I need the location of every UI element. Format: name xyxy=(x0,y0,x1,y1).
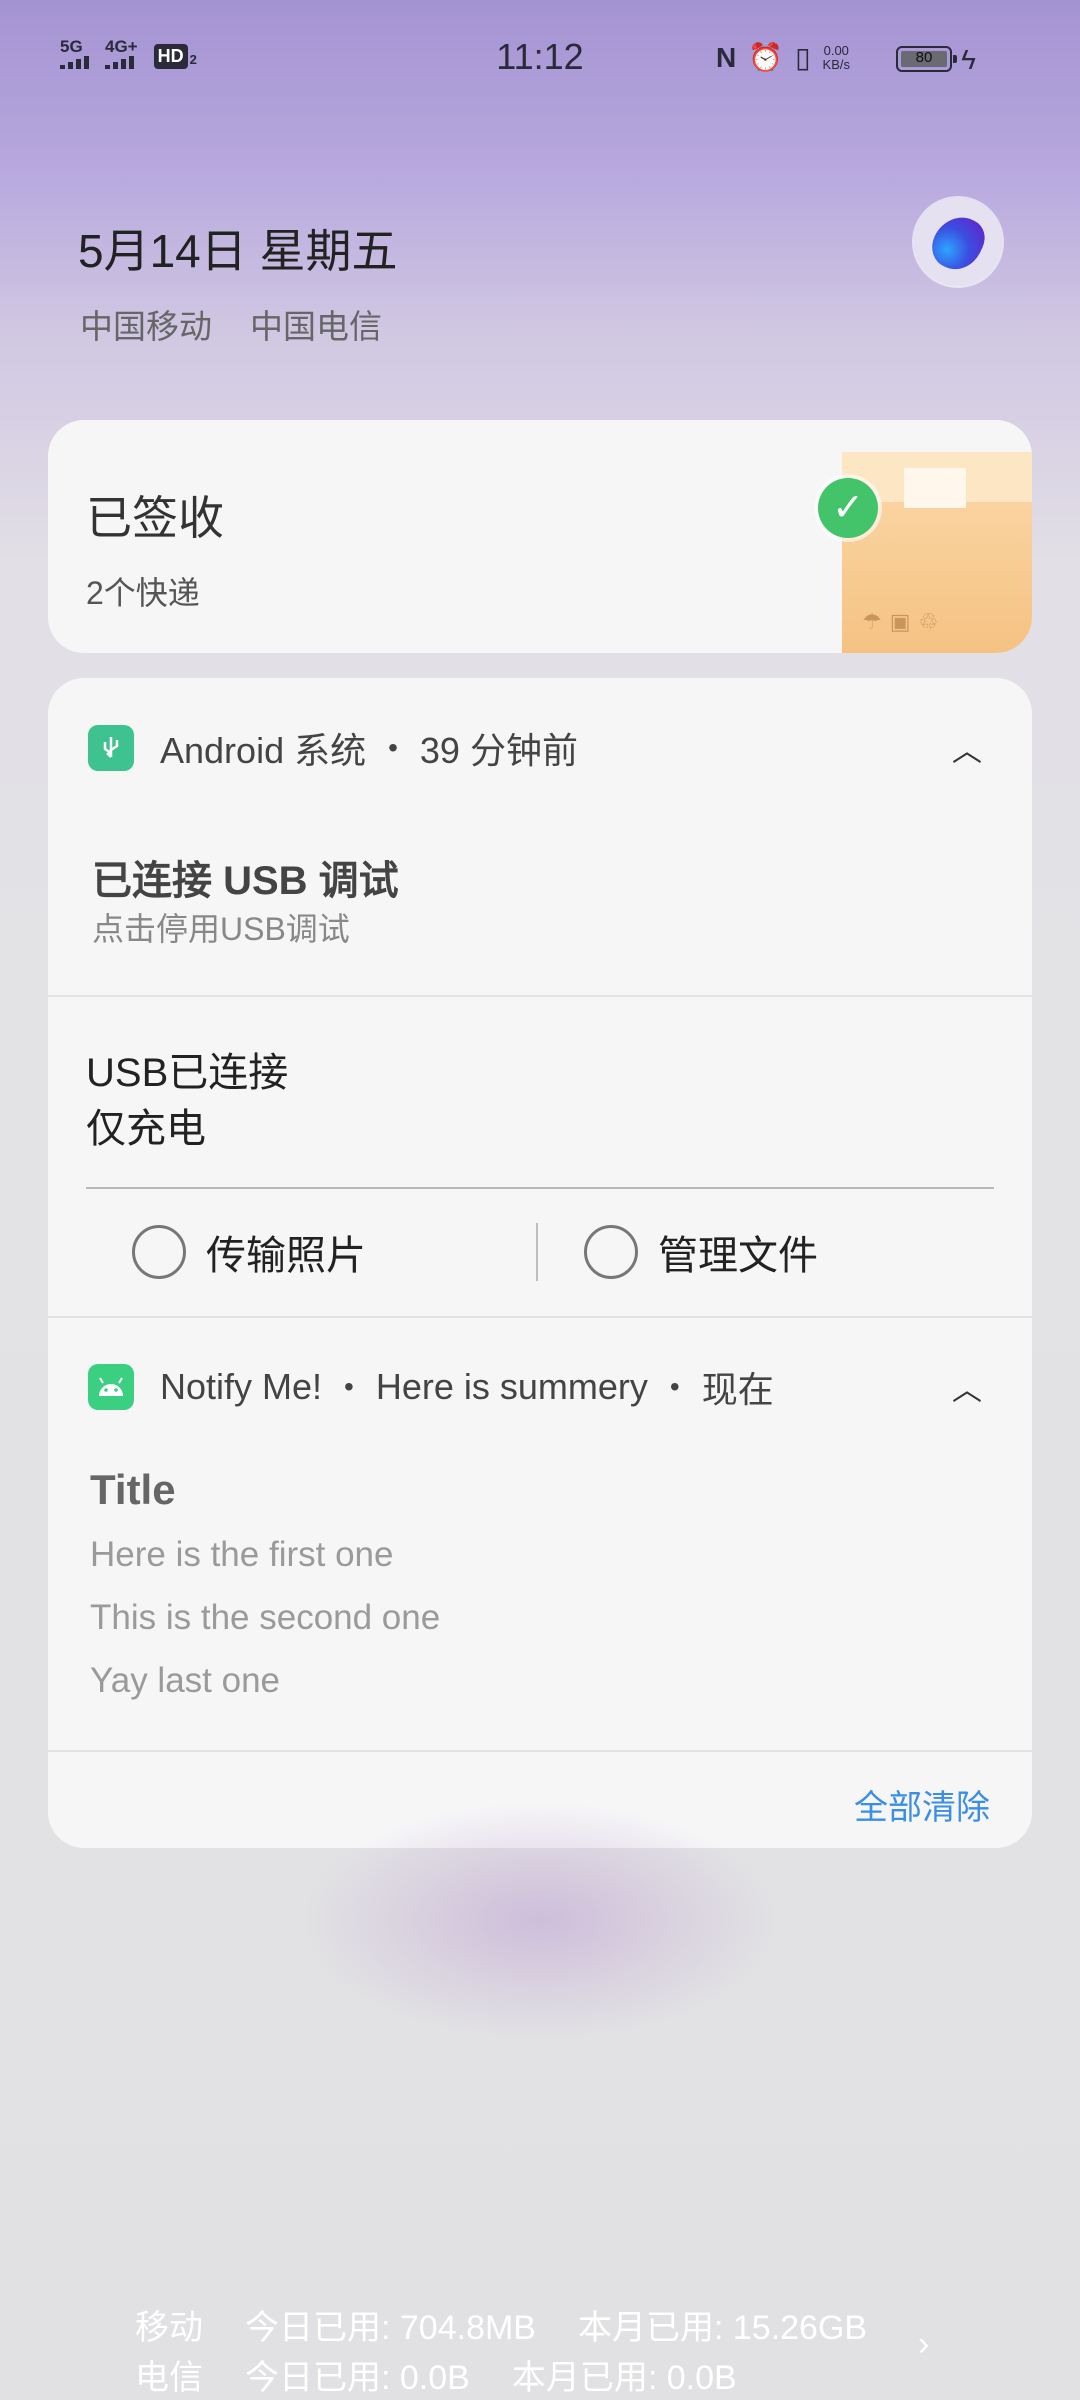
battery-level: 80 xyxy=(915,49,933,66)
date-label: 5月14日 星期五 xyxy=(78,225,398,277)
notification-line: Yay last one xyxy=(90,1661,281,1700)
assistant-avatar[interactable] xyxy=(914,198,1002,286)
usb-app-icon xyxy=(88,725,134,771)
notification-group: Android 系统 • 39 分钟前 ︿ 已连接 USB 调试 点击停用USB… xyxy=(48,678,1032,1848)
status-bar: 5G 4G+ HD 2 11:12 N ⏰ ▯ 0.00 KB/s 80 ϟ xyxy=(0,0,1080,120)
usage-month: 本月已用: 0.0B xyxy=(511,2359,737,2397)
carrier-names: 中国移动 中国电信 xyxy=(80,300,382,348)
notification-title[interactable]: 已连接 USB 调试 xyxy=(92,848,399,906)
collapse-chevron-icon[interactable]: ︿ xyxy=(952,726,982,770)
notification-line: This is the second one xyxy=(90,1598,441,1637)
usb-mode[interactable]: 仅充电 xyxy=(86,1096,206,1154)
app-name: Notify Me! xyxy=(160,1366,323,1407)
notification-header-android[interactable]: Android 系统 • 39 分钟前 xyxy=(88,722,578,774)
radio-button[interactable] xyxy=(132,1225,186,1279)
charging-bolt-icon: ϟ xyxy=(961,44,976,75)
radio-button[interactable] xyxy=(584,1225,638,1279)
usage-carrier: 电信 xyxy=(135,2359,203,2397)
notification-title[interactable]: Title xyxy=(90,1466,176,1514)
option-transfer-photos[interactable]: 传输照片 xyxy=(132,1223,366,1281)
usage-today: 今日已用: 704.8MB xyxy=(245,2309,536,2347)
notification-summary: Here is summery xyxy=(375,1366,648,1407)
chevron-right-icon[interactable]: › xyxy=(918,2325,929,2364)
usage-today: 今日已用: 0.0B xyxy=(245,2359,470,2397)
collapse-chevron-icon[interactable]: ︿ xyxy=(952,1365,982,1409)
background-glow xyxy=(300,1800,780,2040)
divider xyxy=(48,995,1032,997)
notification-header-notifyme[interactable]: Notify Me! • Here is summery • 现在 xyxy=(88,1361,774,1413)
notification-line: Here is the first one xyxy=(90,1535,394,1574)
usage-month: 本月已用: 15.26GB xyxy=(577,2309,868,2347)
data-usage-row-mobile[interactable]: 移动 今日已用: 704.8MB 本月已用: 15.26GB xyxy=(135,2300,909,2349)
parcel-title: 已签收 xyxy=(86,492,224,544)
nfc-icon: N xyxy=(716,42,737,73)
parcel-card[interactable]: 已签收 2个快递 ☂▣♲ ✓ xyxy=(48,420,1032,653)
usage-carrier: 移动 xyxy=(135,2309,203,2347)
checkmark-icon: ✓ xyxy=(818,478,878,538)
carrier-1: 中国移动 xyxy=(80,308,212,345)
divider xyxy=(48,1316,1032,1318)
divider xyxy=(86,1187,994,1189)
android-robot-icon xyxy=(88,1364,134,1410)
option-manage-files[interactable]: 管理文件 xyxy=(584,1223,818,1281)
data-usage-row-telecom[interactable]: 电信 今日已用: 0.0B 本月已用: 0.0B xyxy=(135,2350,779,2399)
app-name: Android 系统 xyxy=(160,730,367,771)
divider xyxy=(536,1223,538,1281)
parcel-subtitle: 2个快递 xyxy=(86,575,200,611)
network-speed: 0.00 KB/s xyxy=(822,43,850,72)
parcel-box-icon: ☂▣♲ xyxy=(842,452,1032,653)
notification-time: 39 分钟前 xyxy=(419,730,578,771)
usb-title[interactable]: USB已连接 xyxy=(86,1040,288,1098)
divider xyxy=(48,1750,1032,1752)
vibrate-icon: ▯ xyxy=(795,42,811,73)
notification-time: 现在 xyxy=(701,1369,774,1410)
clear-all-button[interactable]: 全部清除 xyxy=(854,1780,990,1829)
notification-text[interactable]: 点击停用USB调试 xyxy=(92,904,350,950)
alarm-icon: ⏰ xyxy=(748,42,784,73)
carrier-2: 中国电信 xyxy=(250,308,382,345)
battery-icon: 80 xyxy=(896,46,957,72)
